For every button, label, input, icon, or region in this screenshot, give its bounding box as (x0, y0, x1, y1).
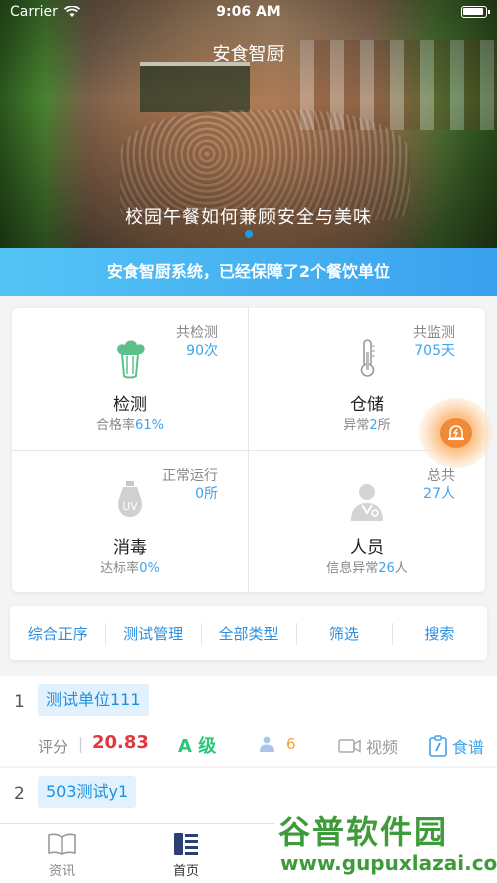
battery-icon (461, 6, 490, 18)
filter-type[interactable]: 全部类型 (200, 622, 296, 645)
tab-news-label: 资讯 (48, 864, 75, 879)
vegetable-icon (117, 340, 145, 379)
stat-staff-count: 27 (423, 486, 441, 502)
list-item[interactable]: 1 测试单位111 评分 | 20.83 A 级 6 视频 食谱 (0, 676, 497, 766)
stat-disinfect-title: 消毒 (113, 538, 147, 558)
hero-banner[interactable]: Carrier 9:06 AM 安食智厨 校园午餐如何兼顾安全与美味 (0, 0, 497, 248)
watermark-title: 谷普软件园 (278, 813, 449, 851)
filter-sort[interactable]: 综合正序 (10, 623, 105, 644)
svg-text:UV: UV (122, 500, 138, 513)
tab-home-label: 首页 (172, 864, 199, 879)
uv-lamp-icon: UV (118, 481, 142, 517)
recipe-button[interactable]: 食谱 (428, 734, 484, 758)
page-title: 安食智厨 (212, 44, 285, 65)
list-item-name[interactable]: 503测试y1 (38, 776, 137, 808)
stat-detect-title: 检测 (113, 395, 147, 415)
filter-search[interactable]: 搜索 (391, 622, 487, 645)
video-label: 视频 (366, 738, 399, 757)
stat-staff-title: 人员 (350, 538, 384, 558)
tab-home[interactable]: 首页 (146, 832, 226, 879)
video-button[interactable]: 视频 (338, 734, 398, 758)
stat-staff-abnormal: 26 (378, 561, 395, 576)
book-icon (48, 833, 76, 855)
stat-disinfect[interactable]: 正常运行 0所 UV 消毒 达标率0% (12, 451, 248, 593)
tab-news[interactable]: 资讯 (22, 832, 102, 879)
list-item-index: 1 (14, 692, 25, 712)
stat-detect[interactable]: 共检测 90次 检测 合格率61% (12, 308, 248, 450)
video-camera-icon (338, 739, 361, 753)
score-separator: | (78, 735, 84, 753)
stat-storage-meta-label: 共监测 (413, 325, 455, 341)
list-item-name[interactable]: 测试单位111 (38, 684, 149, 716)
stat-storage-abnormal: 2 (369, 418, 378, 433)
filter-manage[interactable]: 测试管理 (105, 622, 200, 645)
alarm-siren-icon (448, 425, 464, 440)
notice-bar: 安食智厨系统，已经保障了2个餐饮单位 (0, 248, 497, 296)
recipe-icon (429, 735, 447, 757)
doctor-icon (351, 484, 383, 521)
filter-bar: 综合正序 测试管理 全部类型 筛选 搜索 (10, 606, 487, 660)
stat-staff-meta-label: 总共 (427, 468, 455, 484)
status-bar: Carrier 9:06 AM (0, 0, 497, 26)
stat-staff[interactable]: 总共 27人 人员 信息异常26人 (249, 451, 485, 593)
thermometer-icon (360, 339, 375, 377)
stat-detect-count: 90 (186, 343, 204, 359)
score-value: 20.83 (92, 732, 149, 753)
watermark-url: www.gupuxlazai.com (280, 851, 497, 875)
staff-icon (260, 736, 274, 752)
filter-screen[interactable]: 筛选 (296, 622, 391, 645)
carousel-indicator (0, 230, 497, 238)
carousel-dot-active (244, 230, 253, 238)
stats-card: 共检测 90次 检测 合格率61% 共监测 705天 仓储 异常2所 正常运行 … (12, 308, 485, 592)
alarm-button[interactable] (419, 398, 493, 468)
stat-detect-meta-label: 共检测 (176, 325, 218, 341)
clock: 9:06 AM (216, 4, 281, 20)
grade-badge: A 级 (178, 736, 217, 757)
recipe-label: 食谱 (452, 738, 485, 757)
banner-caption: 校园午餐如何兼顾安全与美味 (125, 207, 372, 228)
stat-disinfect-count: 0 (195, 486, 204, 502)
stat-disinfect-meta-label: 正常运行 (162, 468, 218, 484)
staff-count: 6 (286, 735, 296, 753)
watermark: 谷普软件园 www.gupuxlazai.com (274, 803, 497, 883)
stat-disinfect-rate: 0% (139, 561, 160, 576)
stat-detect-rate: 61% (135, 418, 164, 433)
score-label: 评分 (38, 738, 69, 756)
home-list-icon (174, 833, 198, 855)
stat-storage-count: 705 (414, 343, 441, 359)
list-item-index: 2 (14, 784, 25, 804)
